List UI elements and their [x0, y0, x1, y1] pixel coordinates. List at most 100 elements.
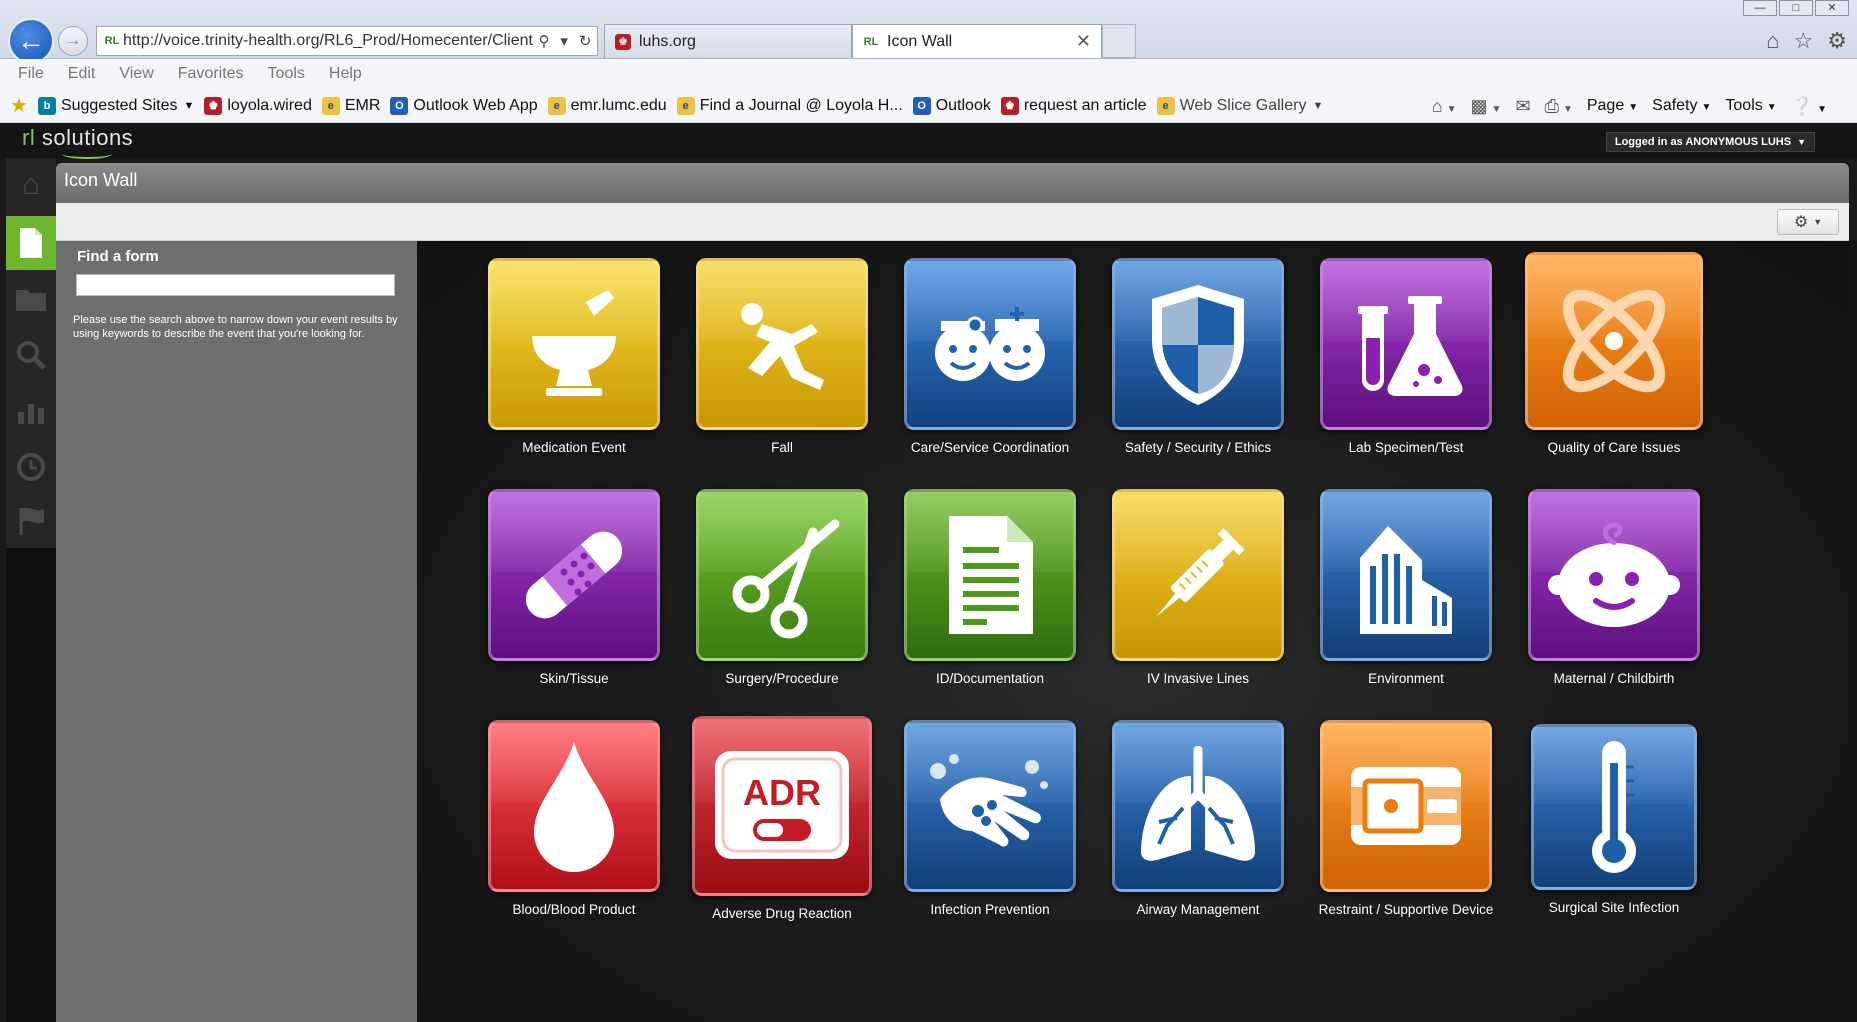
- fav-outlook[interactable]: O Outlook: [912, 96, 991, 115]
- tile-icon-box: [904, 720, 1076, 892]
- icon-wall: Medication Event Fall Care/Service Coord…: [417, 241, 1849, 1022]
- settings-dropdown-button[interactable]: ⚙ ▼: [1777, 209, 1839, 235]
- safety-menu[interactable]: Safety ▼: [1652, 97, 1711, 115]
- home-icon[interactable]: ⌂ ▼: [1432, 96, 1457, 117]
- tile-label: Fall: [771, 440, 793, 455]
- fav-label: EMR: [344, 96, 381, 114]
- tile-lab-specimen-test[interactable]: Lab Specimen/Test: [1306, 258, 1506, 455]
- tile-maternal-childbirth[interactable]: Maternal / Childbirth: [1514, 489, 1714, 686]
- tile-quality-of-care-issues[interactable]: Quality of Care Issues: [1514, 252, 1714, 455]
- document-icon: [20, 228, 42, 258]
- tile-restraint-supportive-device[interactable]: Restraint / Supportive Device: [1306, 720, 1506, 917]
- tile-surgical-site-infection[interactable]: Surgical Site Infection: [1514, 720, 1714, 915]
- fav-web-slice-gallery[interactable]: e Web Slice Gallery ▼: [1156, 96, 1323, 115]
- tile-environment[interactable]: Environment: [1306, 489, 1506, 686]
- menu-edit[interactable]: Edit: [68, 65, 96, 83]
- menu-tools[interactable]: Tools: [268, 65, 305, 83]
- syringe-icon: [1156, 528, 1245, 617]
- nav-forms[interactable]: [6, 216, 56, 270]
- maximize-button[interactable]: □: [1779, 0, 1813, 16]
- close-window-button[interactable]: ✕: [1815, 0, 1849, 16]
- print-icon[interactable]: ⎙ ▼: [1545, 96, 1573, 117]
- dropdown-arrow-icon[interactable]: ▾: [560, 32, 568, 50]
- site-favicon-icon: RL: [104, 35, 120, 47]
- find-form-input[interactable]: [76, 274, 395, 296]
- tile-airway-management[interactable]: Airway Management: [1098, 720, 1298, 917]
- app-header: rl solutions Logged in as ANONYMOUS LUHS…: [0, 123, 1857, 159]
- find-form-help-text: Please use the search above to narrow do…: [73, 314, 398, 340]
- page-menu[interactable]: Page ▼: [1587, 97, 1638, 115]
- fav-emr-lumc[interactable]: e emr.lumc.edu: [547, 96, 667, 115]
- gear-icon[interactable]: ⚙: [1827, 28, 1847, 54]
- tile-fall[interactable]: Fall: [682, 258, 882, 455]
- find-form-label: Find a form: [77, 248, 159, 265]
- fav-emr[interactable]: e EMR: [321, 96, 381, 115]
- nav-files[interactable]: [6, 272, 56, 326]
- tile-id-documentation[interactable]: ID/Documentation: [890, 489, 1090, 686]
- nav-home[interactable]: ⌂: [6, 158, 56, 212]
- address-bar[interactable]: RL http://voice.trinity-health.org/RL6_P…: [96, 26, 598, 56]
- forward-button[interactable]: →: [58, 26, 88, 56]
- tile-safety-security-ethics[interactable]: Safety / Security / Ethics: [1098, 258, 1298, 455]
- tile-infection-prevention[interactable]: Infection Prevention: [890, 720, 1090, 917]
- fav-label: Outlook: [935, 96, 991, 114]
- search-icon[interactable]: ⚲: [538, 32, 549, 50]
- nav-search[interactable]: [6, 328, 56, 382]
- new-tab-button[interactable]: [1102, 24, 1136, 58]
- tile-surgery-procedure[interactable]: Surgery/Procedure: [682, 489, 882, 686]
- nav-flags[interactable]: [6, 494, 56, 548]
- tile-blood-blood-product[interactable]: Blood/Blood Product: [474, 720, 674, 917]
- favorites-star-icon[interactable]: ☆: [1794, 28, 1814, 54]
- nav-reports[interactable]: [6, 384, 56, 438]
- fav-suggested-sites[interactable]: b Suggested Sites ▼: [37, 96, 194, 115]
- tile-skin-tissue[interactable]: Skin/Tissue: [474, 489, 674, 686]
- minimize-button[interactable]: —: [1743, 0, 1777, 16]
- ie-page-icon: e: [1156, 96, 1175, 115]
- home-icon[interactable]: ⌂: [1766, 28, 1779, 54]
- tab-icon-wall[interactable]: RL Icon Wall ✕: [852, 24, 1102, 58]
- menu-bar: File Edit View Favorites Tools Help: [0, 59, 1857, 89]
- tile-care-service-coordination[interactable]: Care/Service Coordination: [890, 258, 1090, 455]
- menu-file[interactable]: File: [18, 65, 44, 83]
- doctor-nurse-icon: [935, 307, 1045, 381]
- tile-label: Adverse Drug Reaction: [712, 906, 852, 921]
- login-status-dropdown[interactable]: Logged in as ANONYMOUS LUHS ▼: [1605, 132, 1815, 152]
- help-icon[interactable]: ❔ ▼: [1791, 96, 1827, 117]
- nav-history[interactable]: [6, 440, 56, 494]
- mail-icon[interactable]: ✉: [1515, 96, 1530, 117]
- tile-icon-box: [904, 489, 1076, 661]
- tab-luhs[interactable]: ♚ luhs.org: [604, 24, 852, 58]
- bandage-icon: [525, 531, 623, 619]
- tile-label: IV Invasive Lines: [1146, 671, 1250, 686]
- menu-help[interactable]: Help: [329, 65, 362, 83]
- tile-label: Blood/Blood Product: [512, 902, 636, 917]
- fav-loyola-wired[interactable]: ♚ loyola.wired: [204, 96, 312, 115]
- fav-find-a-journal[interactable]: e Find a Journal @ Loyola H...: [676, 96, 903, 115]
- tile-icon-box: [1320, 720, 1492, 892]
- close-tab-icon[interactable]: ✕: [1076, 31, 1091, 52]
- tile-icon-box: [1525, 252, 1703, 430]
- back-button[interactable]: ←: [8, 18, 54, 64]
- page-toolbar: ⚙ ▼: [56, 203, 1849, 241]
- refresh-icon[interactable]: ↻: [579, 32, 592, 50]
- tile-icon-box: [904, 258, 1076, 430]
- rss-feed-icon[interactable]: ▩ ▼: [1471, 96, 1502, 117]
- menu-view[interactable]: View: [119, 65, 153, 83]
- shield-icon: [1152, 285, 1244, 405]
- fav-request-an-article[interactable]: ♚ request an article: [1000, 96, 1147, 115]
- tile-icon-box: [1112, 258, 1284, 430]
- tile-label: Maternal / Childbirth: [1553, 671, 1675, 686]
- tile-adverse-drug-reaction[interactable]: ADR Adverse Drug Reaction: [682, 716, 882, 921]
- tile-label: Lab Specimen/Test: [1348, 440, 1464, 455]
- tile-medication-event[interactable]: Medication Event: [474, 258, 674, 455]
- tile-label: Safety / Security / Ethics: [1124, 440, 1272, 455]
- login-status-label: Logged in as ANONYMOUS LUHS: [1614, 136, 1792, 148]
- tools-menu[interactable]: Tools ▼: [1725, 97, 1776, 115]
- favorites-star-icon[interactable]: ★: [10, 93, 28, 118]
- menu-favorites[interactable]: Favorites: [178, 65, 244, 83]
- address-url[interactable]: http://voice.trinity-health.org/RL6_Prod…: [123, 32, 533, 50]
- fav-outlook-web-app[interactable]: O Outlook Web App: [390, 96, 538, 115]
- flag-icon: [19, 507, 44, 535]
- tile-iv-invasive-lines[interactable]: IV Invasive Lines: [1098, 489, 1298, 686]
- clock-icon: [17, 453, 45, 481]
